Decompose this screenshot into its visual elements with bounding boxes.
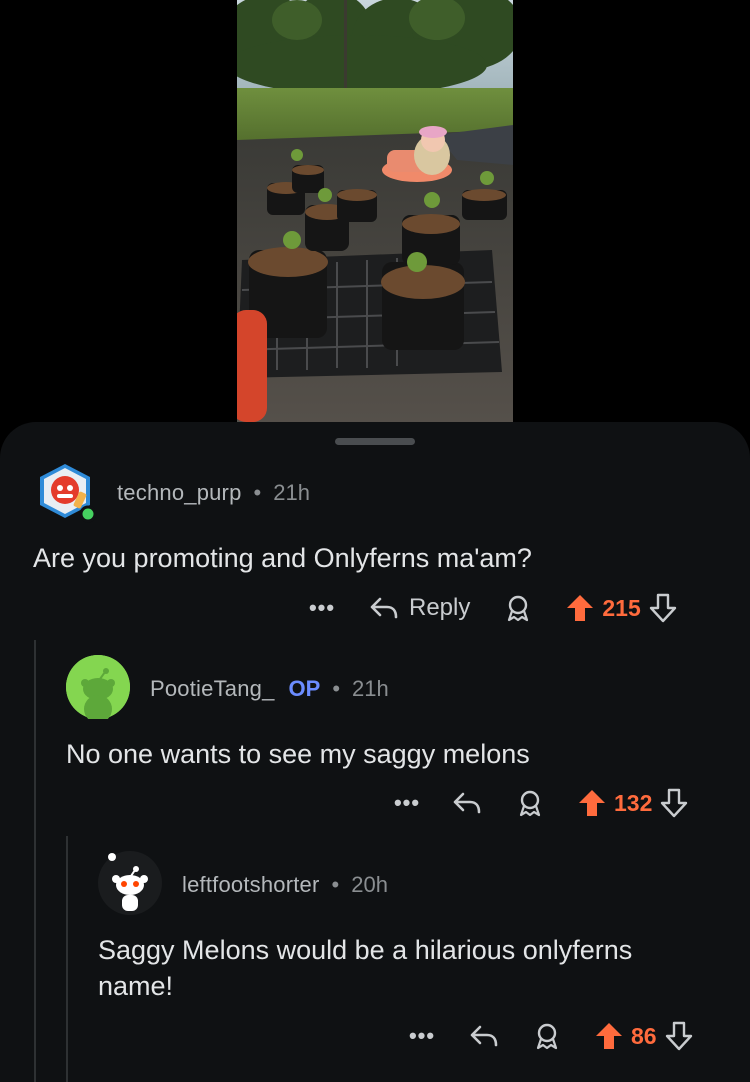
downvote-button[interactable] (665, 1021, 693, 1051)
comment-actions: ••• Reply 215 (305, 588, 677, 628)
reply-arrow-icon (370, 597, 398, 619)
snoo-avatar-icon (66, 655, 130, 723)
snoo-avatar-icon (40, 464, 97, 523)
timestamp: 21h (273, 480, 310, 505)
more-options-button[interactable]: ••• (390, 790, 424, 816)
reply-button[interactable] (452, 790, 482, 816)
reply-arrow-icon (453, 792, 481, 814)
username[interactable]: PootieTang_ (150, 676, 275, 702)
comment-body-line: Saggy Melons would be a hilarious onlyfe… (98, 935, 633, 965)
post-image[interactable] (237, 0, 513, 422)
reply-arrow-icon (470, 1025, 498, 1047)
snoo-avatar-icon (98, 851, 162, 915)
award-button[interactable] (504, 593, 532, 623)
vote-score: 86 (631, 1022, 657, 1049)
timestamp: 21h (352, 676, 389, 701)
reply-button[interactable] (469, 1023, 499, 1049)
username[interactable]: leftfootshorter (182, 872, 320, 898)
downvote-arrow-icon (649, 593, 676, 623)
upvote-arrow-icon (596, 1023, 622, 1049)
op-badge: OP (288, 676, 321, 701)
separator-dot: • (332, 676, 341, 701)
award-icon (519, 790, 541, 817)
separator-dot: • (253, 480, 262, 505)
award-button[interactable] (516, 788, 544, 818)
award-icon (508, 595, 529, 622)
reply-label: Reply (409, 594, 471, 621)
downvote-arrow-icon (661, 788, 688, 818)
upvote-button[interactable] (578, 788, 606, 818)
upvote-arrow-icon (567, 595, 594, 621)
comment-header: techno_purp • 21h (117, 480, 310, 506)
avatar[interactable] (36, 462, 97, 523)
thread-line[interactable] (34, 640, 36, 1082)
upvote-button[interactable] (566, 593, 594, 623)
comment-body: Saggy Melons would be a hilarious onlyfe… (98, 932, 632, 1004)
comment-actions: ••• 86 (405, 1016, 693, 1056)
comment-body: Are you promoting and Onlyferns ma'am? (33, 543, 532, 573)
timestamp: 20h (351, 872, 388, 897)
comment-header: leftfootshorter • 20h (182, 872, 388, 898)
comment-body: No one wants to see my saggy melons (66, 739, 530, 769)
award-button[interactable] (533, 1021, 561, 1051)
vote-score: 132 (614, 789, 653, 816)
avatar[interactable] (66, 655, 130, 723)
vote-score: 215 (602, 594, 641, 621)
separator-dot: • (331, 872, 340, 897)
upvote-button[interactable] (595, 1021, 623, 1051)
comment-actions: ••• 132 (390, 783, 688, 823)
downvote-arrow-icon (665, 1021, 692, 1051)
comment-header: PootieTang_ OP • 21h (150, 676, 389, 702)
upvote-arrow-icon (579, 790, 605, 816)
username[interactable]: techno_purp (117, 480, 242, 506)
comments-sheet: techno_purp • 21h Are you promoting and … (0, 422, 750, 1082)
award-icon (536, 1023, 558, 1050)
reply-button[interactable]: Reply (369, 594, 470, 622)
avatar[interactable] (98, 851, 162, 915)
downvote-button[interactable] (649, 593, 677, 623)
downvote-button[interactable] (660, 788, 688, 818)
comment-body-line: name! (98, 971, 174, 1001)
screen: techno_purp • 21h Are you promoting and … (0, 0, 750, 1082)
thread-line[interactable] (66, 836, 68, 1082)
more-options-button[interactable]: ••• (405, 1023, 439, 1049)
drag-handle[interactable] (335, 438, 415, 445)
more-options-button[interactable]: ••• (305, 595, 339, 621)
